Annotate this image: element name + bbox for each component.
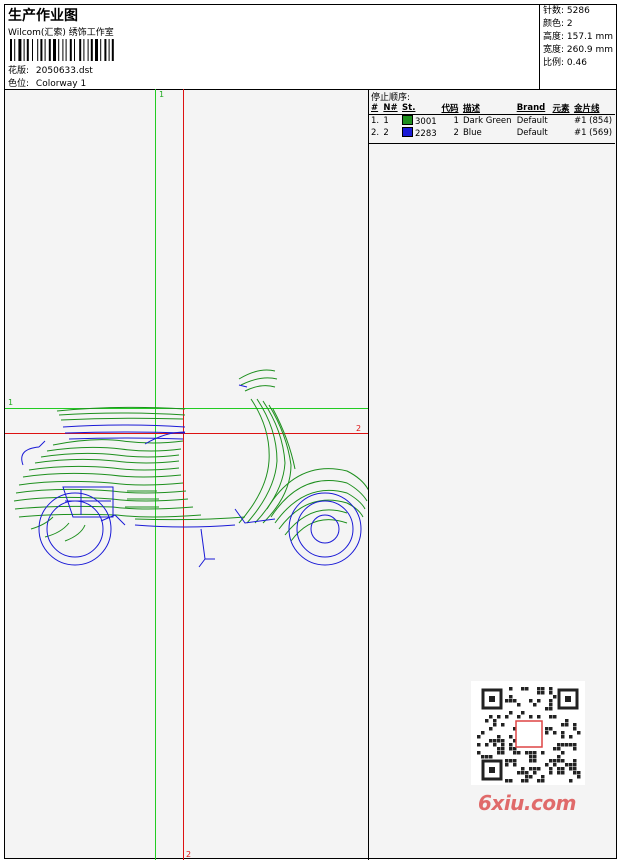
row-n: 2: [383, 128, 389, 138]
page-title: 生产作业图: [8, 8, 78, 24]
row-element: [551, 115, 572, 128]
stats-panel: 针数: 5286 颜色: 2 高度: 157.1 mm 宽度: 260.9 mm…: [539, 5, 617, 89]
color-count: 颜色: 2: [543, 19, 573, 29]
row-element: [551, 127, 572, 139]
design-width: 宽度: 260.9 mm: [543, 45, 614, 55]
row-st: 2283: [400, 127, 439, 139]
color-swatch: [402, 127, 414, 137]
design-label: 花版:: [8, 66, 30, 76]
col-brand: Brand: [516, 103, 546, 113]
design-preview: 1 2 1 2: [5, 89, 369, 860]
color-swatch: [402, 115, 414, 125]
col-sequin: 金片线: [573, 104, 600, 114]
col-code: 代码: [441, 104, 459, 114]
design-scale: 比例: 0.46: [543, 58, 587, 68]
table-row: 2. 2 2283 2 Blue Default #1 (569): [369, 127, 615, 139]
table-row: 1. 1 3001 1 Dark Green Default #1 (854): [369, 115, 615, 128]
row-st: 3001: [400, 115, 439, 127]
row-brand: Default: [516, 128, 548, 138]
table-header: # N# St. 代码 描述 Brand 元素 金片线: [369, 102, 615, 115]
green-stitches: [13, 369, 368, 542]
col-element: 元素: [552, 104, 570, 114]
blue-stitches: [21, 384, 362, 568]
col-st: St.: [402, 103, 416, 113]
design-file: 2050633.dst: [35, 66, 93, 76]
worksheet-frame: 生产作业图 Wilcom(汇索) 绣饰工作室 花版: 2050633.dst 色…: [4, 4, 617, 860]
col-index: #: [371, 103, 379, 113]
stitch-count: 针数: 5286: [543, 6, 590, 16]
scooter-embroidery: [13, 369, 368, 568]
header: 生产作业图 Wilcom(汇索) 绣饰工作室 花版: 2050633.dst 色…: [5, 5, 616, 90]
colorway-line: 色位: Colorway 1: [8, 76, 86, 89]
qr-code: [471, 681, 585, 785]
barcode: [10, 39, 114, 61]
row-desc: Blue: [462, 128, 482, 138]
colorway-value: Colorway 1: [35, 79, 87, 89]
stop-sequence-title: 停止顺序:: [371, 93, 411, 103]
colorway-label: 色位:: [8, 79, 30, 89]
row-code: 2: [453, 128, 459, 138]
design-height: 高度: 157.1 mm: [543, 32, 614, 42]
row-sequin: #1 (569): [573, 128, 613, 138]
stop-sequence-table: # N# St. 代码 描述 Brand 元素 金片线 1. 1 3001 1 …: [369, 102, 615, 139]
design-line: 花版: 2050633.dst: [8, 63, 93, 76]
row-index: 1.: [371, 116, 380, 126]
row-brand: Default: [516, 116, 548, 126]
col-desc: 描述: [462, 104, 480, 114]
watermark-logo: 6xiu.com: [478, 791, 576, 815]
row-index: 2.: [371, 128, 380, 138]
studio-name: Wilcom(汇索) 绣饰工作室: [8, 28, 114, 38]
col-n: N#: [383, 103, 398, 113]
seal-stamp: [515, 720, 543, 748]
table-divider: [369, 139, 615, 144]
row-n: 1: [383, 116, 389, 126]
row-code: 1: [453, 116, 459, 126]
row-sequin: #1 (854): [573, 116, 613, 126]
row-desc: Dark Green: [462, 116, 512, 126]
